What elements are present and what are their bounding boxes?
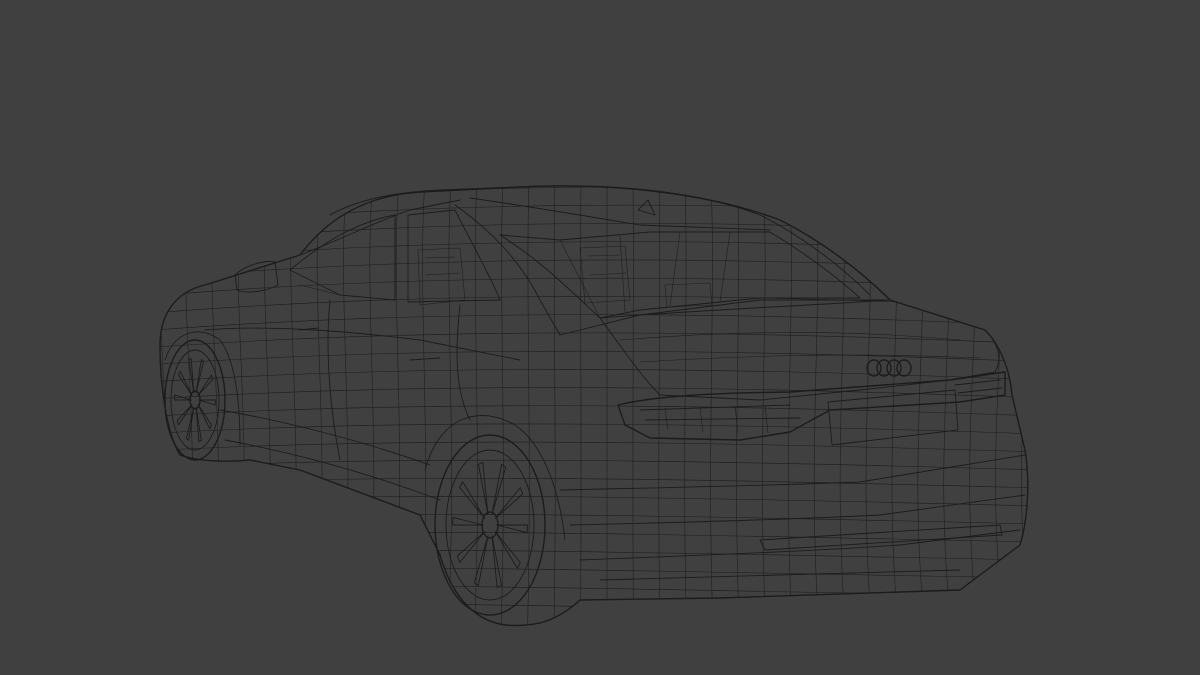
mesh-edge <box>160 585 1028 597</box>
mesh-edge <box>160 549 1028 561</box>
mesh-edge <box>160 186 1028 211</box>
mesh-edge <box>160 477 1028 489</box>
front-wheel <box>164 339 226 461</box>
car-wireframe-render <box>159 185 1029 627</box>
mesh-edge <box>788 185 794 626</box>
mesh-edge <box>160 387 1028 400</box>
mesh-edge <box>197 403 212 430</box>
mesh-edge <box>198 399 216 406</box>
mesh-edge <box>160 532 1028 543</box>
mesh-edge <box>526 185 530 626</box>
mesh-edge <box>195 406 202 443</box>
mesh-edge <box>207 185 219 626</box>
mesh-edge <box>234 185 245 626</box>
mesh-edge <box>684 185 688 626</box>
mesh-edge <box>1021 185 1028 626</box>
mesh-edge <box>160 241 1028 262</box>
mesh-edge <box>160 204 1028 228</box>
mesh-edge <box>160 514 1028 525</box>
mesh-edge <box>494 531 521 569</box>
door-lines <box>204 299 521 501</box>
mesh-edge <box>160 405 1028 417</box>
taillights <box>617 371 1006 441</box>
mesh-edge <box>494 487 524 519</box>
roof <box>299 185 891 336</box>
body-mesh-grid <box>160 185 1028 626</box>
mesh-edge <box>710 185 714 626</box>
mesh-edge <box>160 259 1028 280</box>
mesh-edge <box>420 185 426 626</box>
mesh-edge <box>160 350 1028 366</box>
car-body <box>159 185 1029 627</box>
mesh-edge <box>452 516 484 526</box>
mesh-edge <box>160 223 1028 245</box>
mesh-edge <box>736 185 741 626</box>
mesh-edge <box>456 531 486 563</box>
rear-bumper <box>559 454 1026 581</box>
mesh-edge <box>260 185 271 626</box>
mesh-edge <box>178 370 193 397</box>
mesh-edge <box>160 459 1028 471</box>
mesh-edge <box>160 441 1028 453</box>
mesh-edge <box>580 185 582 626</box>
mesh-edge <box>160 277 1028 297</box>
side-mirror <box>234 261 279 293</box>
mesh-edge <box>891 185 900 626</box>
mesh-edge <box>340 185 349 626</box>
mesh-edge <box>943 185 954 626</box>
mesh-edge <box>160 496 1028 507</box>
mesh-edge <box>477 461 489 515</box>
mesh-edge <box>491 535 503 589</box>
mesh-edge <box>969 185 980 626</box>
antenna <box>637 199 656 216</box>
mesh-edge <box>459 481 486 519</box>
brand-badge <box>866 359 912 377</box>
mesh-edge <box>500 185 504 626</box>
mesh-edge <box>496 524 528 534</box>
mesh-edge <box>160 423 1028 435</box>
mesh-edge <box>762 185 767 626</box>
front-wheel-spokes <box>174 357 216 443</box>
mesh-edge <box>995 185 1007 626</box>
mesh-edge <box>160 332 1028 348</box>
mesh-edge <box>865 185 874 626</box>
side-windows <box>289 209 501 303</box>
wireframe-viewport[interactable] <box>0 0 1200 675</box>
mesh-edge <box>447 185 452 626</box>
mesh-edge <box>160 603 1028 615</box>
mesh-edge <box>553 185 556 626</box>
mesh-edge <box>160 567 1028 579</box>
mesh-edge <box>367 185 375 626</box>
